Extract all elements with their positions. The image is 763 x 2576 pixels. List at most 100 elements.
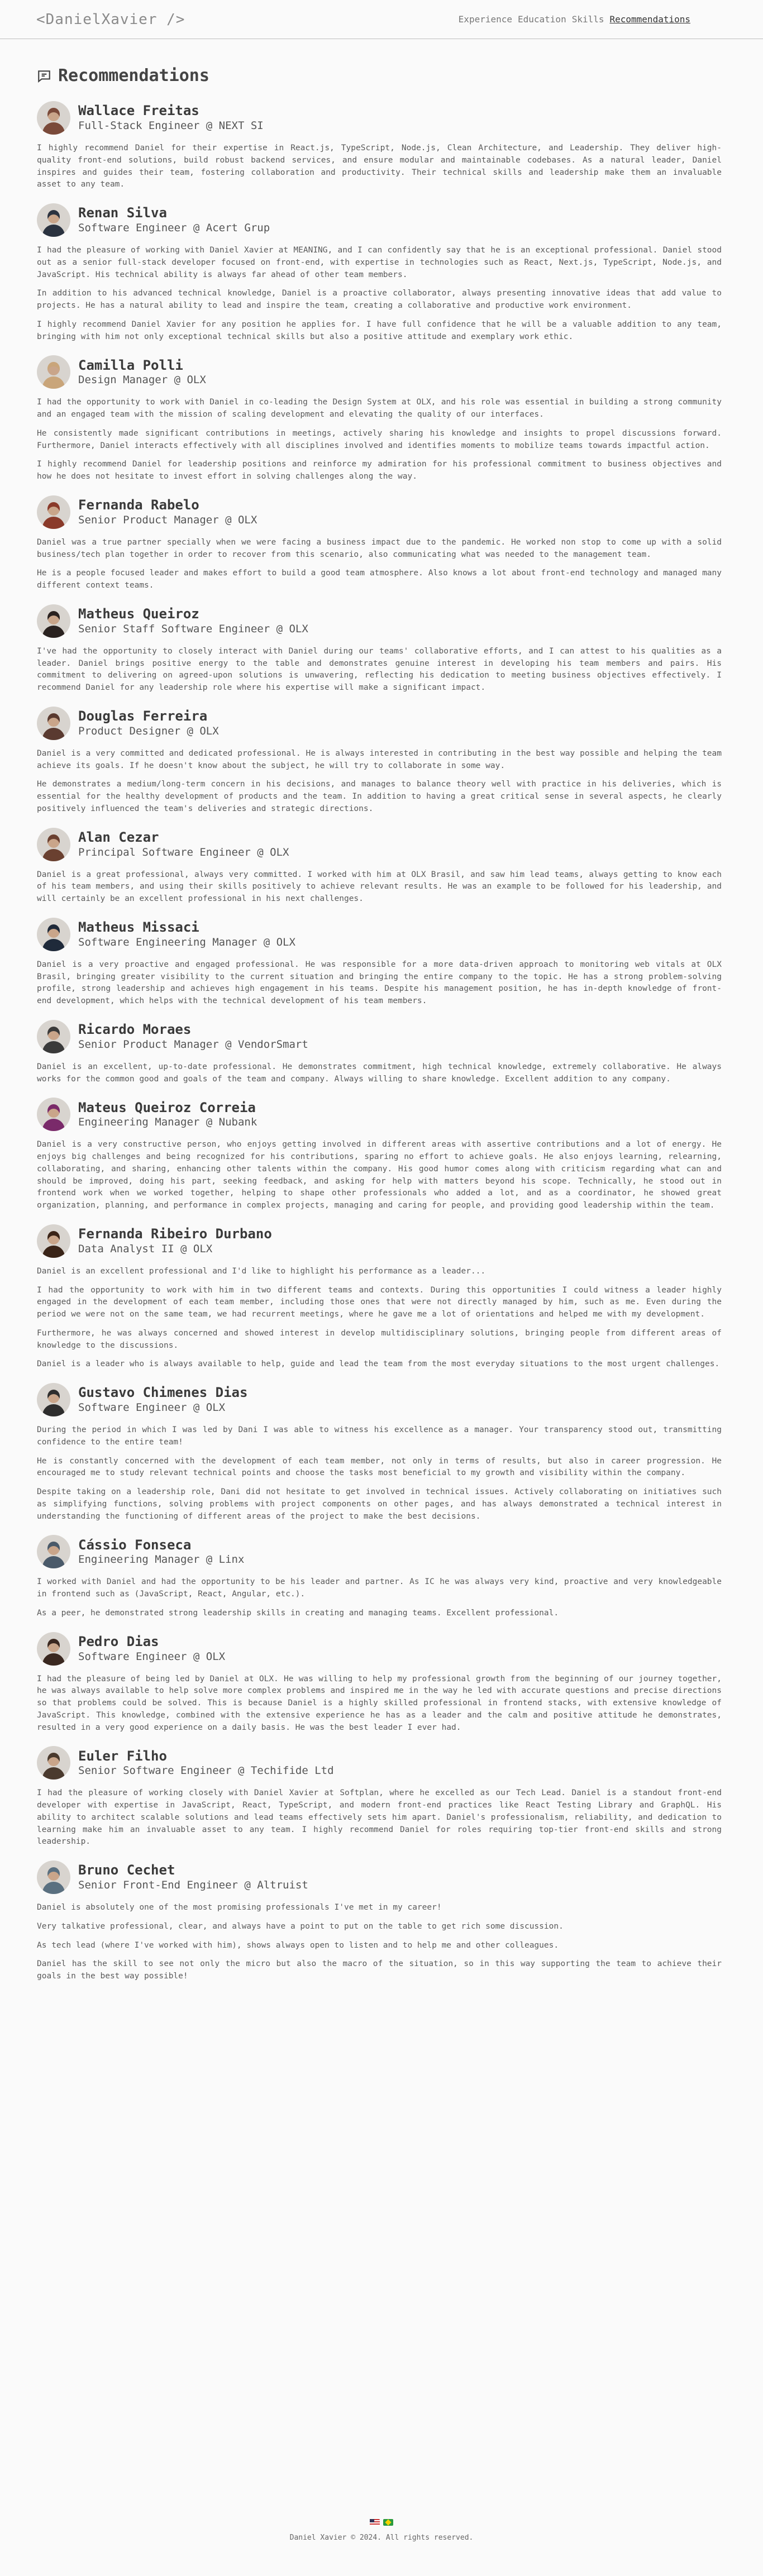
section-title: Recommendations [58,66,209,85]
recommendation-paragraph: Despite taking on a leadership role, Dan… [37,1487,722,1521]
recommender-name: Pedro Dias [78,1633,159,1649]
recommender-name: Euler Filho [78,1748,167,1764]
nav-recommendations[interactable]: Recommendations [610,14,691,25]
recommender-name: Renan Silva [78,205,167,221]
recommendation-paragraph: I've had the opportunity to closely inte… [37,646,722,692]
recommendation-text: I had the opportunity to work with Danie… [37,397,722,483]
avatar [37,1746,70,1780]
recommender-info: Ricardo Moraes Senior Product Manager @ V… [78,1022,308,1051]
recommendation-card: Matheus Missaci Software Engineering Mana… [37,917,722,1008]
avatar [37,917,70,951]
recommendation-header: Fernanda Rabelo Senior Product Manager @ … [37,495,722,529]
site-logo[interactable]: <DanielXavier /> [36,11,185,28]
recommendation-text: Daniel is a very constructive person, wh… [37,1139,722,1212]
recommender-info: Fernanda Ribeiro Durbano Data Analyst II … [78,1226,272,1256]
recommender-role: Software Engineer @ OLX [78,1650,226,1663]
avatar [37,706,70,740]
recommender-info: Fernanda Rabelo Senior Product Manager @ … [78,497,257,527]
recommender-info: Pedro Dias Software Engineer @ OLX [78,1634,225,1663]
recommendation-header: Gustavo Chimenes Dias Software Engineer @… [37,1383,722,1416]
recommendation-header: Mateus Queiroz Correia Engineering Manage… [37,1098,722,1132]
recommendation-card: Alan Cezar Principal Software Engineer @ … [37,827,722,905]
recommendation-paragraph: As tech lead (where I've worked with him… [37,1940,559,1950]
recommender-info: Alan Cezar Principal Software Engineer @ … [78,829,289,859]
recommender-info: Wallace Freitas Full-Stack Engineer @ NEX… [78,103,264,132]
site-footer: Daniel Xavier © 2024. All rights reserve… [0,2519,763,2542]
recommendation-text: I highly recommend Daniel for their expe… [37,142,722,191]
recommender-role: Software Engineer @ OLX [78,1401,226,1414]
recommendation-paragraph: Daniel is a very proactive and engaged p… [37,960,722,1005]
recommender-info: Bruno Cechet Senior Front-End Engineer @ … [78,1862,308,1892]
recommender-role: Senior Staff Software Engineer @ OLX [78,622,308,635]
recommender-name: Gustavo Chimenes Dias [78,1385,248,1401]
avatar [37,827,70,861]
recommendation-paragraph: I had the pleasure of working with Danie… [37,246,722,279]
recommendation-paragraph: Daniel is an excellent professional and … [37,1266,486,1276]
recommendation-card: Fernanda Ribeiro Durbano Data Analyst II … [37,1224,722,1371]
recommender-role: Senior Software Engineer @ Techifide Ltd [78,1764,334,1777]
recommendation-card: Wallace Freitas Full-Stack Engineer @ NEX… [37,101,722,191]
recommender-name: Matheus Missaci [78,919,199,935]
pt-br-flag-icon[interactable] [383,2519,393,2526]
recommendation-card: Camilla Polli Design Manager @ OLX I had t… [37,355,722,483]
recommendation-header: Matheus Missaci Software Engineering Mana… [37,917,722,951]
recommendation-card: Euler Filho Senior Software Engineer @ Te… [37,1746,722,1848]
recommender-role: Design Manager @ OLX [78,374,206,387]
recommendation-text: I worked with Daniel and had the opportu… [37,1576,722,1619]
copyright: Daniel Xavier © 2024. All rights reserve… [289,2534,474,2542]
recommendation-header: Ricardo Moraes Senior Product Manager @ V… [37,1019,722,1053]
avatar [37,355,70,389]
recommender-role: Data Analyst II @ OLX [78,1242,213,1255]
recommendation-card: Renan Silva Software Engineer @ Acert Gru… [37,203,722,343]
avatar [37,1098,70,1132]
recommendation-header: Cássio Fonseca Engineering Manager @ Linx [37,1535,722,1569]
language-switcher [0,2519,763,2526]
recommender-info: Euler Filho Senior Software Engineer @ Te… [78,1748,334,1778]
recommendation-paragraph: I had the pleasure of being led by Danie… [37,1674,722,1732]
recommendation-header: Matheus Queiroz Senior Staff Software Eng… [37,604,722,638]
recommender-info: Mateus Queiroz Correia Engineering Manage… [78,1100,257,1129]
nav-experience[interactable]: Experience [459,14,512,25]
recommender-role: Engineering Manager @ Linx [78,1553,245,1566]
recommendation-card: Bruno Cechet Senior Front-End Engineer @ … [37,1861,722,1983]
recommendation-header: Camilla Polli Design Manager @ OLX [37,355,722,389]
recommendation-paragraph: Daniel has the skill to see not only the… [37,1959,722,1981]
avatar [37,1861,70,1894]
recommendation-text: During the period in which I was led by … [37,1424,722,1523]
nav-skills[interactable]: Skills [572,14,604,25]
recommendation-paragraph: I highly recommend Daniel Xavier for any… [37,319,722,341]
nav-education[interactable]: Education [518,14,566,25]
recommender-name: Matheus Queiroz [78,606,199,622]
recommendation-paragraph: Daniel is an excellent, up-to-date profe… [37,1062,722,1084]
recommender-role: Senior Product Manager @ VendorSmart [78,1038,308,1051]
recommendation-paragraph: I had the opportunity to work with him i… [37,1285,722,1319]
recommendation-paragraph: Daniel is a leader who is always availab… [37,1359,720,1369]
recommendation-card: Gustavo Chimenes Dias Software Engineer @… [37,1383,722,1523]
recommender-role: Senior Front-End Engineer @ Altruist [78,1879,308,1892]
recommendation-paragraph: He consistently made significant contrib… [37,428,722,450]
recommendation-header: Bruno Cechet Senior Front-End Engineer @ … [37,1861,722,1894]
recommender-name: Fernanda Ribeiro Durbano [78,1226,272,1242]
recommendation-text: Daniel is an excellent, up-to-date profe… [37,1061,722,1086]
recommendation-text: I had the pleasure of being led by Danie… [37,1673,722,1734]
recommendation-paragraph: He is constantly concerned with the deve… [37,1456,722,1478]
recommender-name: Bruno Cechet [78,1862,175,1878]
recommendation-paragraph: Daniel is a very committed and dedicated… [37,748,722,770]
recommender-name: Ricardo Moraes [78,1022,192,1037]
recommender-info: Matheus Queiroz Senior Staff Software Eng… [78,606,308,636]
avatar [37,495,70,529]
recommender-name: Alan Cezar [78,829,159,845]
avatar [37,1632,70,1666]
recommender-name: Cássio Fonseca [78,1537,192,1553]
recommendation-paragraph: I had the opportunity to work with Danie… [37,398,722,419]
en-us-flag-icon[interactable] [370,2519,380,2526]
avatar [37,101,70,135]
recommender-role: Full-Stack Engineer @ NEXT SI [78,120,264,132]
recommender-role: Product Designer @ OLX [78,724,219,737]
recommendation-text: Daniel is absolutely one of the most pro… [37,1902,722,1983]
recommender-info: Matheus Missaci Software Engineering Mana… [78,919,295,949]
recommender-info: Douglas Ferreira Product Designer @ OLX [78,708,219,738]
recommender-name: Mateus Queiroz Correia [78,1099,256,1115]
recommendation-header: Douglas Ferreira Product Designer @ OLX [37,706,722,740]
recommendation-text: I had the pleasure of working with Danie… [37,245,722,343]
